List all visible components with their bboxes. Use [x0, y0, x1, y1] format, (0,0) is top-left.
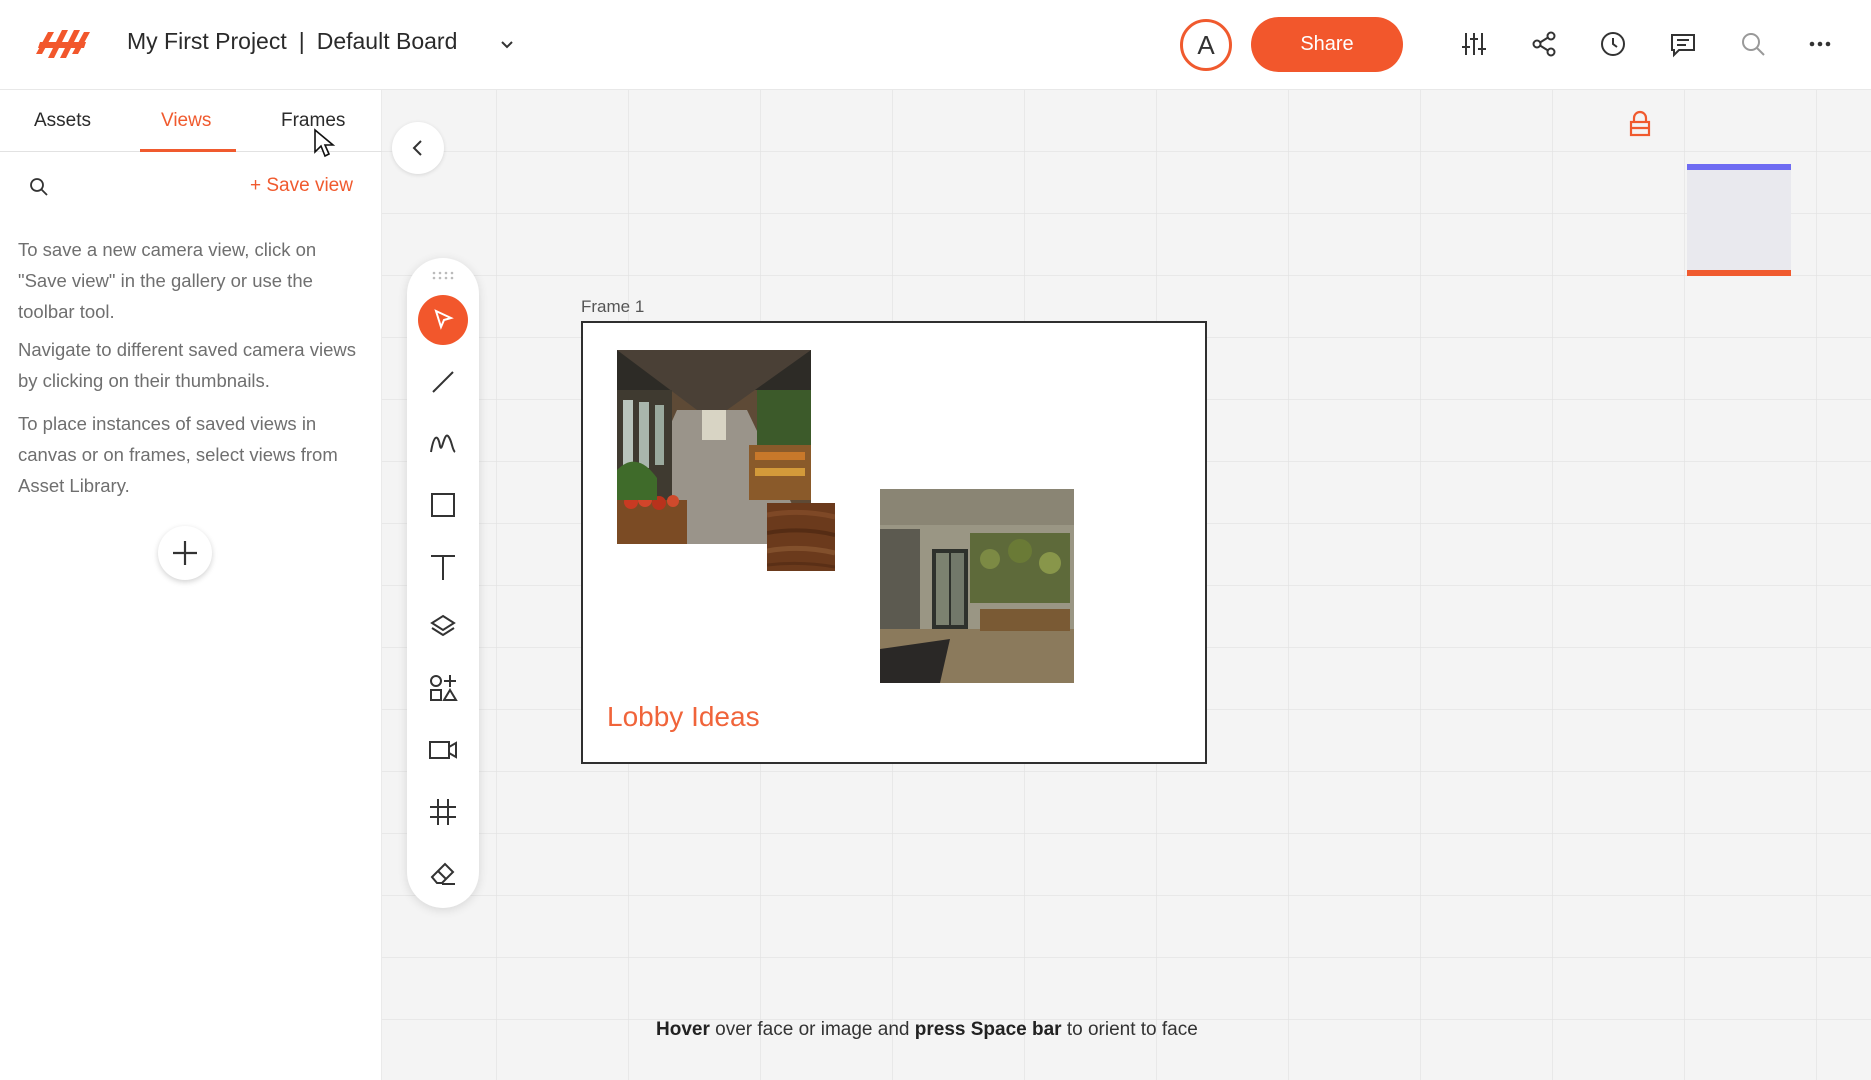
frame-1[interactable]: Lobby Ideas [581, 321, 1207, 764]
line-tool[interactable] [418, 357, 468, 407]
camera-tool[interactable] [418, 725, 468, 775]
pointer-icon [434, 309, 454, 330]
board-name: Default Board [316, 28, 458, 54]
text-tool[interactable] [418, 542, 468, 592]
save-view-button[interactable]: + Save view [250, 175, 353, 197]
wood-texture-image[interactable] [767, 503, 835, 571]
search-icon[interactable] [1737, 28, 1769, 60]
chevron-left-icon [412, 140, 422, 156]
hint-middle: over face or image and [709, 1019, 915, 1040]
minimap-bottom-bar [1687, 270, 1791, 276]
help-text-3: To place instances of saved views in can… [18, 413, 338, 496]
hint-hover: Hover [656, 1019, 710, 1040]
help-text-2: Navigate to different saved camera views… [18, 339, 356, 391]
hint-end: to orient to face [1061, 1019, 1198, 1040]
freehand-icon [430, 434, 456, 453]
title-separator: | [298, 28, 305, 54]
more-icon[interactable] [1804, 28, 1836, 60]
collapse-panel-button[interactable] [392, 122, 444, 174]
search-icon[interactable] [28, 176, 50, 198]
rectangle-tool[interactable] [418, 480, 468, 530]
active-tab-indicator [140, 149, 236, 152]
frame-label[interactable]: Frame 1 [581, 297, 644, 317]
comment-icon[interactable] [1667, 28, 1699, 60]
mouse-cursor-icon [314, 128, 336, 158]
add-view-button[interactable] [158, 526, 212, 580]
frame-title-text[interactable]: Lobby Ideas [607, 701, 760, 733]
project-name: My First Project [127, 28, 287, 54]
freehand-tool[interactable] [418, 418, 468, 468]
tab-views[interactable]: Views [161, 110, 211, 132]
drag-handle-icon[interactable] [431, 270, 455, 280]
hash-grid-icon [430, 799, 456, 825]
camera-icon [429, 741, 457, 759]
grid-tool[interactable] [418, 787, 468, 837]
eraser-tool[interactable] [418, 848, 468, 898]
help-text-1: To save a new camera view, click on "Sav… [18, 239, 317, 322]
select-tool[interactable] [418, 295, 468, 345]
share-nodes-icon[interactable] [1528, 28, 1560, 60]
app-logo-icon[interactable] [34, 24, 92, 64]
left-panel: Assets Views Frames + Save view To save … [0, 90, 382, 1080]
shapes-tool[interactable] [418, 663, 468, 713]
plus-icon [173, 541, 197, 565]
lobby-entrance-image[interactable] [880, 489, 1074, 683]
avatar[interactable]: A [1180, 19, 1232, 71]
project-board-title[interactable]: My First Project | Default Board [127, 28, 457, 55]
minimap[interactable] [1687, 164, 1791, 276]
text-icon [431, 555, 455, 580]
lock-icon[interactable] [1627, 110, 1653, 138]
hint-space: press Space bar [914, 1019, 1062, 1040]
tab-assets[interactable]: Assets [34, 110, 91, 132]
share-button[interactable]: Share [1251, 17, 1403, 72]
layers-tool[interactable] [418, 602, 468, 652]
line-icon [432, 371, 454, 393]
minimap-top-bar [1687, 164, 1791, 170]
hint-text: Hover over face or image and press Space… [656, 1019, 1198, 1041]
sliders-icon[interactable] [1458, 28, 1490, 60]
eraser-icon [430, 862, 455, 885]
shapes-icon [430, 675, 458, 701]
top-bar: My First Project | Default Board A Share [0, 0, 1871, 90]
drawing-toolbar [407, 258, 479, 908]
rectangle-icon [431, 493, 455, 517]
layers-icon [430, 614, 456, 637]
history-icon[interactable] [1597, 28, 1629, 60]
chevron-down-icon[interactable] [496, 34, 518, 56]
